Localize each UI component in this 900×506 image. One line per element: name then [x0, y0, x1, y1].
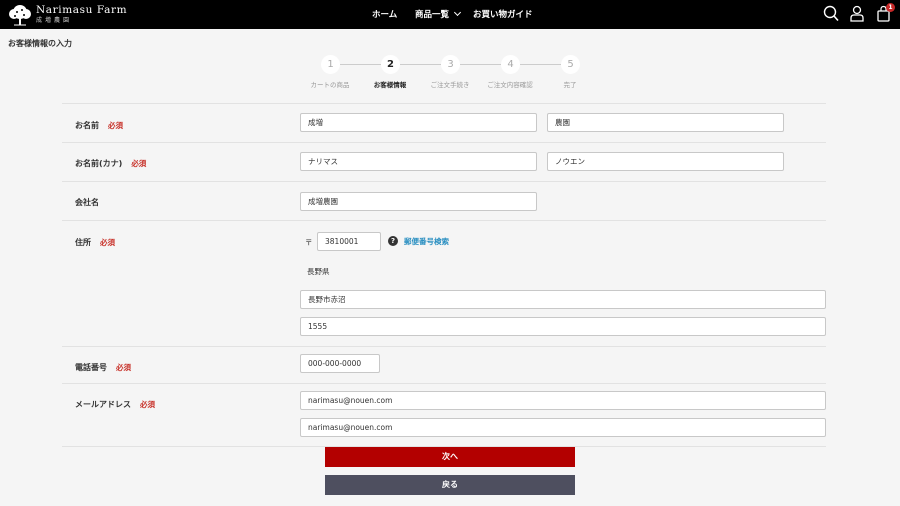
search-icon[interactable] [823, 5, 839, 22]
address-label: 住所 必須 [75, 237, 115, 248]
required-badge: 必須 [140, 400, 155, 409]
divider [62, 220, 826, 221]
step-2-circle: 2 [381, 55, 400, 74]
user-icon[interactable] [850, 5, 864, 22]
postal-code-input[interactable]: 3810001 [317, 232, 381, 251]
name-label-text: お名前 [75, 121, 99, 130]
phone-input[interactable]: 000-000-0000 [300, 354, 380, 373]
step-connector [520, 64, 561, 65]
postal-lookup-link[interactable]: 郵便番号検索 [404, 236, 449, 247]
email-confirm-input[interactable]: narimasu@nouen.com [300, 418, 826, 437]
step-connector [340, 64, 381, 65]
divider [62, 181, 826, 182]
step-1-circle: 1 [321, 55, 340, 74]
step-connector [400, 64, 441, 65]
required-badge: 必須 [108, 121, 123, 130]
postal-mark: 〒 [305, 238, 313, 247]
help-icon[interactable]: ? [388, 236, 398, 246]
prefecture-select[interactable]: 長野県 [307, 266, 330, 277]
logo-text-jp: 成増農園 [36, 16, 73, 24]
address-label-text: 住所 [75, 238, 91, 247]
tree-logo-icon [9, 4, 31, 25]
kana-label: お名前(カナ) 必須 [75, 158, 146, 169]
kana-label-text: お名前(カナ) [75, 159, 123, 168]
email-label-text: メールアドレス [75, 400, 131, 409]
nav-products[interactable]: 商品一覧 [415, 8, 462, 20]
company-label: 会社名 [75, 198, 99, 207]
next-button[interactable]: 次へ [325, 447, 575, 467]
email-label: メールアドレス 必須 [75, 399, 155, 410]
step-5-circle: 5 [561, 55, 580, 74]
required-badge: 必須 [116, 363, 131, 372]
first-name-input[interactable]: 農園 [547, 113, 784, 132]
cart-count-badge: 1 [886, 3, 895, 12]
chevron-down-icon [453, 8, 462, 17]
phone-label: 電話番号 必須 [75, 362, 131, 373]
step-connector [460, 64, 501, 65]
company-input[interactable]: 成増農園 [300, 192, 537, 211]
last-name-input[interactable]: 成増 [300, 113, 537, 132]
nav-products-label: 商品一覧 [415, 10, 450, 20]
site-header: Narimasu Farm 成増農園 ホーム 商品一覧 お買い物ガイド 1 [0, 0, 900, 29]
page-title: お客様情報の入力 [8, 39, 72, 48]
city-input[interactable]: 長野市赤沼 [300, 290, 826, 309]
step-4-circle: 4 [501, 55, 520, 74]
first-name-kana-input[interactable]: ノウエン [547, 152, 784, 171]
step-3-circle: 3 [441, 55, 460, 74]
name-label: お名前 必須 [75, 120, 123, 131]
nav-guide[interactable]: お買い物ガイド [473, 8, 533, 20]
logo-text-en: Narimasu Farm [36, 4, 128, 17]
nav-home[interactable]: ホーム [372, 8, 397, 20]
address-line-input[interactable]: 1555 [300, 317, 826, 336]
back-button[interactable]: 戻る [325, 475, 575, 495]
last-name-kana-input[interactable]: ナリマス [300, 152, 537, 171]
site-logo[interactable]: Narimasu Farm 成増農園 [8, 2, 127, 27]
required-badge: 必須 [131, 159, 147, 168]
divider [62, 103, 826, 104]
phone-label-text: 電話番号 [75, 363, 107, 372]
divider [62, 142, 826, 143]
divider [62, 346, 826, 347]
required-badge: 必須 [100, 238, 115, 247]
email-input[interactable]: narimasu@nouen.com [300, 391, 826, 410]
divider [62, 383, 826, 384]
step-5-label: 完了 [563, 81, 577, 89]
